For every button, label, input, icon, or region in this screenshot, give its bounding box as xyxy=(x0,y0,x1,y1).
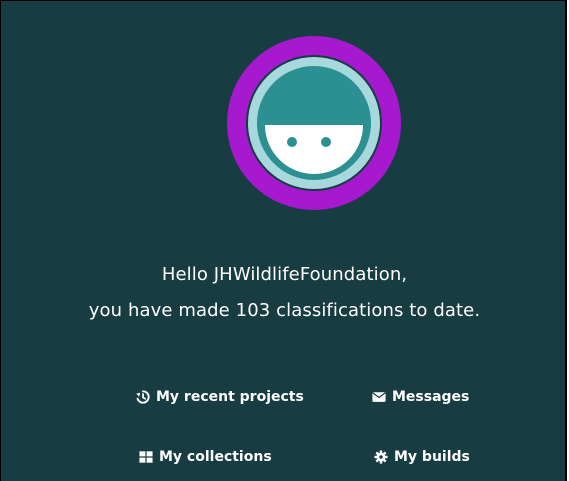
envelope-icon xyxy=(372,390,386,404)
my-recent-projects-label: My recent projects xyxy=(156,389,304,405)
user-avatar xyxy=(226,35,402,211)
messages-label: Messages xyxy=(392,389,470,405)
history-icon xyxy=(136,390,150,404)
my-collections-label: My collections xyxy=(159,449,272,465)
greeting-line: Hello JHWildlifeFoundation, xyxy=(161,264,408,285)
messages-link[interactable]: Messages xyxy=(372,389,469,405)
home-user-panel: Hello JHWildlifeFoundation, you have mad… xyxy=(0,0,567,481)
grid-icon xyxy=(139,450,153,464)
gear-icon xyxy=(374,450,388,464)
classification-count-line: you have made 103 classifications to dat… xyxy=(88,300,481,321)
my-recent-projects-link[interactable]: My recent projects xyxy=(136,389,304,405)
my-builds-label: My builds xyxy=(394,449,470,465)
my-collections-link[interactable]: My collections xyxy=(139,449,272,465)
smiley-robot-avatar-icon xyxy=(227,36,401,210)
my-builds-link[interactable]: My builds xyxy=(374,449,470,465)
